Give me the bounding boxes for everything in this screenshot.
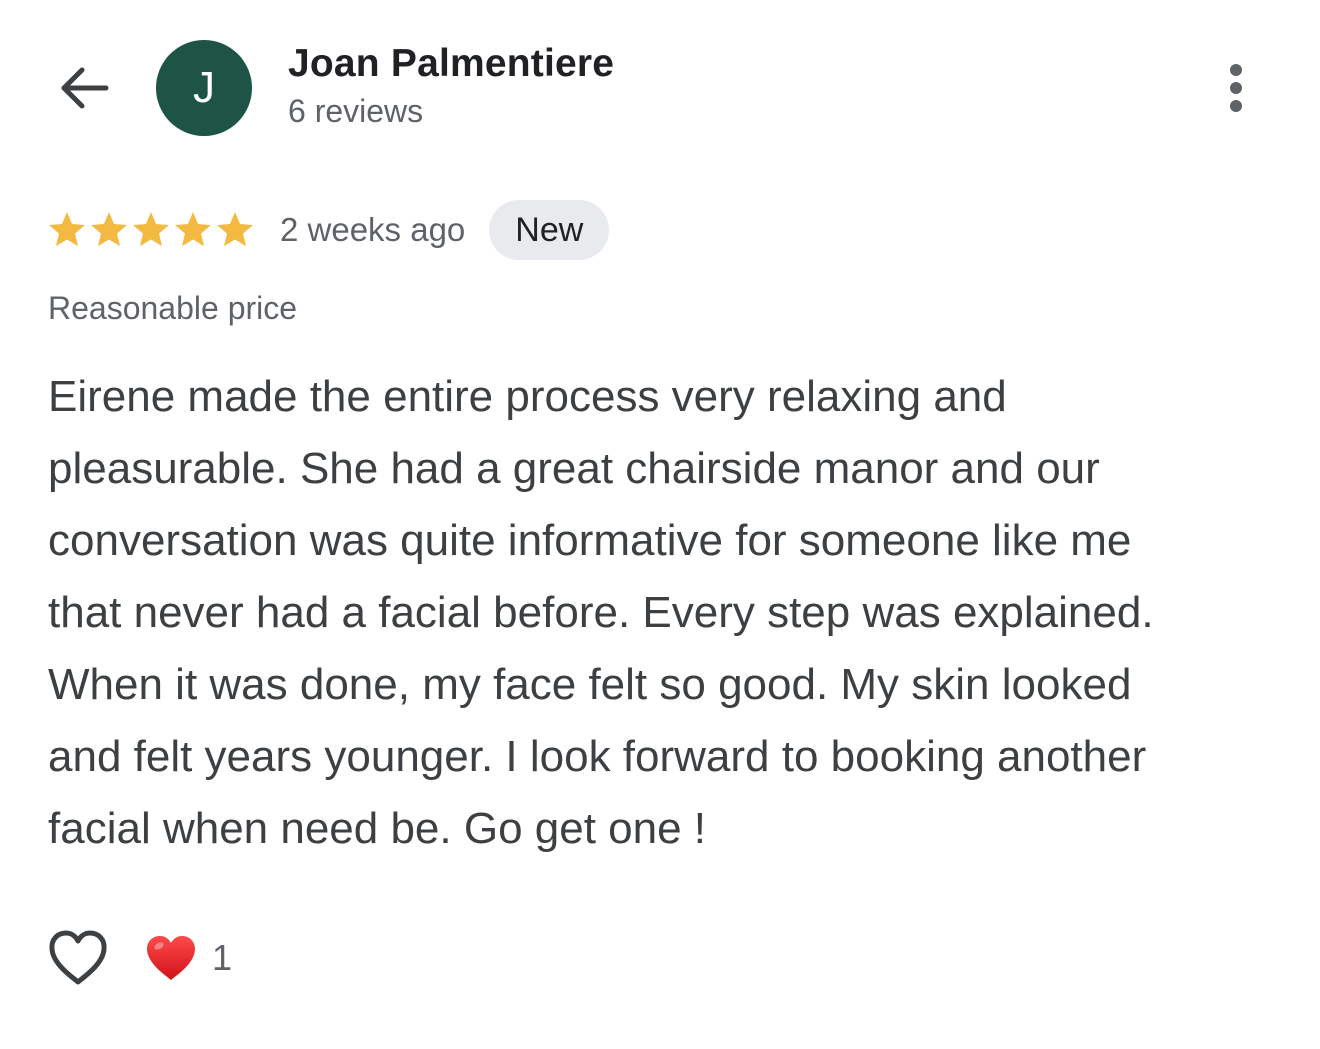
review-text-line: conversation was quite informative for s… [48,516,1132,565]
rating-row: 2 weeks ago New [46,200,610,260]
review-date: 2 weeks ago [280,211,466,248]
star-icon [217,212,253,247]
star-rating [46,209,256,251]
review-text: Eirene made the entire process very rela… [48,361,1278,865]
review-text-line: that never had a facial before. Every st… [48,588,1154,637]
arrow-back-icon [61,67,109,109]
more-options-button[interactable] [1208,58,1264,118]
red-heart-icon [147,936,195,980]
like-button[interactable] [46,926,110,990]
new-badge: New [489,200,610,260]
review-text-line: When it was done, my face felt so good. … [48,660,1132,709]
star-icon [91,212,127,247]
heart-outline-icon [49,930,107,985]
reaction-count: 1 [212,937,233,978]
more-vertical-icon [1230,64,1242,112]
star-icon [49,212,85,247]
star-icon [133,212,169,247]
reaction[interactable]: 1 [144,933,232,983]
review-text-line: pleasurable. She had a great chairside m… [48,444,1100,493]
review-text-line: facial when need be. Go get one ! [48,804,707,853]
reviewer-review-count: 6 reviews [288,93,424,129]
avatar[interactable]: J [156,40,252,136]
review-attribute: Reasonable price [48,290,298,326]
avatar-initial: J [193,63,215,112]
back-button[interactable] [52,60,116,116]
reviewer-name[interactable]: Joan Palmentiere [288,42,614,86]
review-text-line: and felt years younger. I look forward t… [48,732,1147,781]
star-icon [175,212,211,247]
review-text-line: Eirene made the entire process very rela… [48,372,1007,421]
review-footer: 1 [46,926,232,990]
